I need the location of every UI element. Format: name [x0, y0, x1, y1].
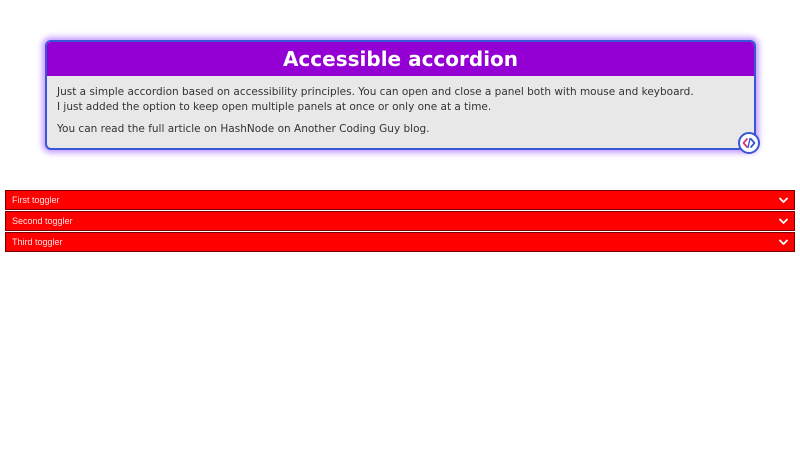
info-text-line1: Just a simple accordion based on accessi… [57, 86, 694, 98]
code-logo-icon[interactable] [738, 132, 760, 154]
chevron-down-icon [778, 237, 788, 247]
accordion-toggler-second[interactable]: Second toggler [5, 211, 795, 231]
accordion-toggler-label: First toggler [12, 195, 60, 205]
info-card: Accessible accordion Just a simple accor… [45, 40, 760, 154]
info-body: Just a simple accordion based on accessi… [47, 76, 754, 137]
info-text-line3: You can read the full article on HashNod… [57, 123, 430, 135]
info-text-line2: I just added the option to keep open mul… [57, 101, 492, 113]
chevron-down-icon [778, 195, 788, 205]
chevron-down-icon [778, 216, 788, 226]
accordion: First toggler Second toggler Third toggl… [5, 190, 795, 252]
accordion-toggler-label: Third toggler [12, 237, 63, 247]
accordion-toggler-label: Second toggler [12, 216, 73, 226]
accordion-toggler-first[interactable]: First toggler [5, 190, 795, 210]
info-header: Accessible accordion [47, 42, 754, 76]
accordion-toggler-third[interactable]: Third toggler [5, 232, 795, 252]
page-title: Accessible accordion [282, 47, 519, 71]
